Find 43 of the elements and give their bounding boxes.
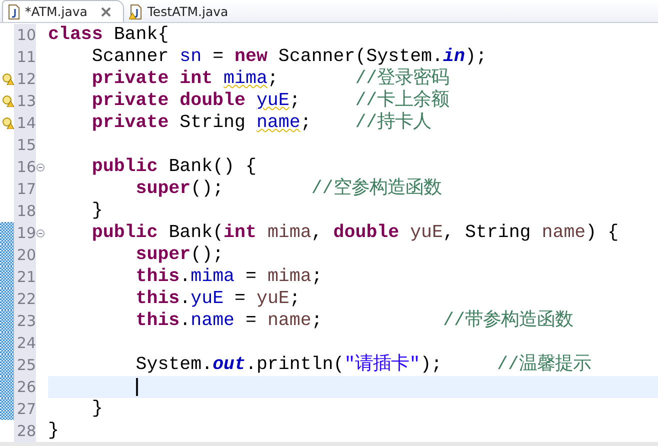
code-line: } (90, 398, 103, 420)
line-number: 13 (14, 90, 36, 112)
java-file-icon (7, 4, 21, 20)
code-line: this.name = name; //带参构造函数 (134, 310, 573, 332)
line-number: 26 (14, 376, 36, 398)
code-line: this.mima = mima; (134, 266, 322, 288)
editor-tab[interactable]: TestATM.java (124, 0, 242, 22)
line-number: 15 (14, 134, 36, 156)
text-cursor (136, 378, 138, 396)
code-line: super(); //空参构造函数 (134, 178, 442, 200)
code-line: super(); (134, 244, 224, 266)
java-file-warning-icon (129, 4, 144, 20)
collapse-icon[interactable] (36, 162, 45, 172)
code-line: private int mima; //登录密码 (90, 68, 450, 90)
line-number: 14 (14, 112, 36, 134)
line-number: 19 (14, 222, 36, 244)
line-number: 22 (14, 288, 36, 310)
code-line: Scanner sn = new Scanner(System.in); (90, 46, 487, 68)
code-line: this.yuE = yuE; (134, 288, 300, 310)
code-line: public Bank() { (90, 156, 256, 178)
code-line: class Bank{ (48, 24, 169, 46)
line-number: 16 (14, 156, 36, 178)
code-line: public Bank(int mima, double yuE, String name) { (90, 222, 619, 244)
editor-tab[interactable]: *ATM.java (2, 0, 124, 22)
line-number: 25 (14, 354, 36, 376)
code-line: System.out.println("请插卡"); //温馨提示 (134, 354, 591, 376)
line-number: 12 (14, 68, 36, 90)
collapse-icon[interactable] (36, 228, 45, 238)
line-number: 17 (14, 178, 36, 200)
line-number: 24 (14, 332, 36, 354)
line-number: 11 (14, 46, 36, 68)
code-line: } (48, 420, 59, 442)
close-icon[interactable] (101, 6, 112, 16)
line-number: 27 (14, 398, 36, 420)
line-number: 20 (14, 244, 36, 266)
line-number: 28 (14, 420, 36, 442)
code-line: private double yuE; //卡上余额 (90, 90, 450, 112)
line-number: 23 (14, 310, 36, 332)
line-number: 21 (14, 266, 36, 288)
line-number: 18 (14, 200, 36, 222)
code-line: } (90, 200, 103, 222)
code-line: private String name; //持卡人 (90, 112, 432, 134)
line-number: 10 (14, 24, 36, 46)
